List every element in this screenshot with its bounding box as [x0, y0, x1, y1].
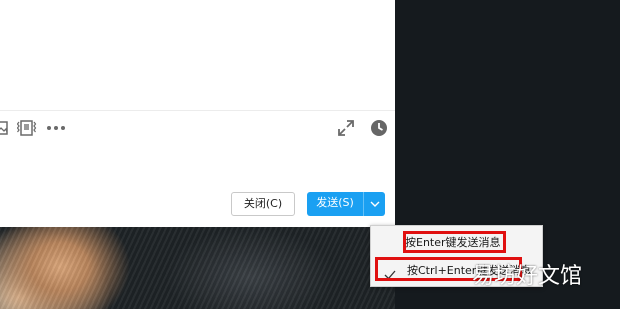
- toolbar-divider: [0, 110, 395, 111]
- background-photo: [0, 227, 395, 309]
- send-options-button[interactable]: [363, 192, 385, 216]
- screenshot-icon[interactable]: [17, 119, 39, 137]
- image-icon[interactable]: [0, 121, 8, 135]
- message-input-area[interactable]: [0, 0, 395, 110]
- send-button[interactable]: 发送(S): [307, 192, 363, 216]
- more-icon[interactable]: [46, 125, 66, 131]
- chevron-down-icon: [370, 201, 380, 207]
- history-icon[interactable]: [370, 119, 388, 137]
- highlight-box-enter: [403, 231, 506, 253]
- watermark: 易坊好文馆: [472, 264, 583, 289]
- expand-icon[interactable]: [337, 119, 355, 137]
- close-button[interactable]: 关闭(C): [231, 192, 295, 216]
- chat-window: 关闭(C) 发送(S): [0, 0, 395, 227]
